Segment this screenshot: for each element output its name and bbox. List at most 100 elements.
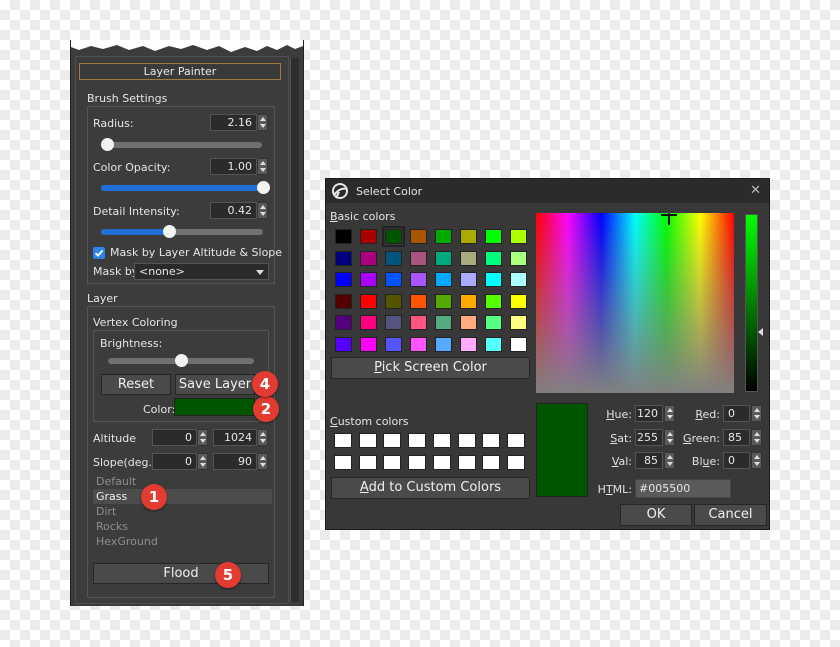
basic-color-swatch[interactable] xyxy=(360,272,377,288)
basic-color-swatch[interactable] xyxy=(360,229,377,244)
flood-button[interactable]: Flood xyxy=(93,563,269,584)
basic-color-swatch[interactable] xyxy=(510,272,527,288)
basic-color-swatch[interactable] xyxy=(460,293,477,309)
basic-color-swatch[interactable] xyxy=(335,315,352,331)
layer-item-grass[interactable]: Grass xyxy=(93,489,272,504)
opacity-slider-handle[interactable] xyxy=(257,181,270,194)
slope-min-stepper[interactable] xyxy=(197,453,208,470)
opacity-stepper[interactable] xyxy=(257,158,268,175)
basic-color-swatch[interactable] xyxy=(410,229,427,244)
radius-input[interactable]: 2.16 xyxy=(210,114,257,131)
basic-color-swatch[interactable] xyxy=(360,337,377,352)
hue-stepper[interactable] xyxy=(664,405,675,422)
hue-input[interactable]: 120 xyxy=(635,405,663,422)
basic-color-swatch[interactable] xyxy=(335,337,352,352)
slope-max-input[interactable]: 90 xyxy=(213,453,257,470)
basic-color-swatch[interactable] xyxy=(460,229,477,244)
basic-color-swatch[interactable] xyxy=(410,315,427,331)
detail-slider[interactable] xyxy=(101,225,263,238)
basic-color-swatch[interactable] xyxy=(335,293,352,309)
html-input[interactable]: #005500 xyxy=(635,479,731,498)
value-strip[interactable] xyxy=(745,214,758,392)
basic-color-swatch[interactable] xyxy=(510,250,527,266)
layer-item-rocks[interactable]: Rocks xyxy=(93,519,272,534)
basic-color-swatch[interactable] xyxy=(410,272,427,288)
panel-scrollbar[interactable] xyxy=(290,58,299,602)
layer-item-dirt[interactable]: Dirt xyxy=(93,504,272,519)
custom-color-swatch[interactable] xyxy=(482,433,501,448)
layer-item-hexground[interactable]: HexGround xyxy=(93,534,272,549)
mask-checkbox[interactable] xyxy=(93,247,105,259)
custom-color-swatch[interactable] xyxy=(457,455,476,470)
save-layer-button[interactable]: Save Layer xyxy=(175,374,255,395)
add-custom-colors-button[interactable]: Add to Custom Colors xyxy=(331,477,530,499)
basic-color-swatch[interactable] xyxy=(510,293,527,309)
blue-stepper[interactable] xyxy=(751,452,762,469)
layer-item-default[interactable]: Default xyxy=(93,474,272,489)
basic-color-swatch[interactable] xyxy=(360,293,377,309)
pick-screen-color-button[interactable]: Pick Screen Color xyxy=(331,357,530,379)
slope-max-stepper[interactable] xyxy=(257,453,268,470)
altitude-max-input[interactable]: 1024 xyxy=(213,429,257,446)
ok-button[interactable]: OK xyxy=(620,504,692,526)
basic-color-swatch[interactable] xyxy=(460,337,477,352)
custom-color-swatch[interactable] xyxy=(358,455,377,470)
val-input[interactable]: 85 xyxy=(635,452,663,469)
basic-color-swatch[interactable] xyxy=(410,293,427,309)
altitude-max-stepper[interactable] xyxy=(257,429,268,446)
basic-color-swatch[interactable] xyxy=(435,337,452,352)
basic-color-swatch[interactable] xyxy=(335,272,352,288)
basic-color-swatch[interactable] xyxy=(485,250,502,266)
custom-color-swatch[interactable] xyxy=(408,433,427,448)
close-icon[interactable]: ✕ xyxy=(750,183,761,198)
basic-color-swatch[interactable] xyxy=(460,272,477,288)
slope-min-input[interactable]: 0 xyxy=(152,453,197,470)
basic-color-swatch[interactable] xyxy=(385,250,402,266)
brightness-slider[interactable] xyxy=(108,354,254,367)
basic-color-swatch[interactable] xyxy=(410,250,427,266)
radius-slider[interactable] xyxy=(101,138,262,151)
basic-color-swatch[interactable] xyxy=(382,226,405,247)
basic-color-swatch[interactable] xyxy=(510,229,527,244)
green-stepper[interactable] xyxy=(751,429,762,446)
basic-color-swatch[interactable] xyxy=(485,337,502,352)
basic-color-swatch[interactable] xyxy=(460,250,477,266)
blue-input[interactable]: 0 xyxy=(723,452,750,469)
red-stepper[interactable] xyxy=(751,405,762,422)
custom-color-swatch[interactable] xyxy=(432,433,451,448)
custom-color-swatch[interactable] xyxy=(334,433,352,448)
custom-color-swatch[interactable] xyxy=(334,455,352,470)
custom-color-swatch[interactable] xyxy=(358,433,377,448)
detail-input[interactable]: 0.42 xyxy=(210,202,257,219)
altitude-min-stepper[interactable] xyxy=(197,429,208,446)
custom-color-swatch[interactable] xyxy=(408,455,427,470)
color-field[interactable] xyxy=(174,398,255,416)
basic-color-swatch[interactable] xyxy=(435,229,452,244)
radius-stepper[interactable] xyxy=(257,114,268,131)
basic-color-swatch[interactable] xyxy=(385,315,402,331)
custom-color-swatch[interactable] xyxy=(432,455,451,470)
basic-color-swatch[interactable] xyxy=(385,337,402,352)
opacity-input[interactable]: 1.00 xyxy=(210,158,257,175)
basic-color-swatch[interactable] xyxy=(435,272,452,288)
custom-color-swatch[interactable] xyxy=(482,455,501,470)
mask-by-dropdown[interactable]: <none> xyxy=(134,263,269,280)
detail-slider-handle[interactable] xyxy=(163,225,177,238)
basic-color-swatch[interactable] xyxy=(485,272,502,288)
basic-color-swatch[interactable] xyxy=(360,315,377,331)
basic-color-swatch[interactable] xyxy=(510,337,527,352)
altitude-min-input[interactable]: 0 xyxy=(152,429,197,446)
basic-color-swatch[interactable] xyxy=(485,315,502,331)
custom-color-swatch[interactable] xyxy=(506,433,525,448)
basic-color-swatch[interactable] xyxy=(385,272,402,288)
basic-color-swatch[interactable] xyxy=(485,293,502,309)
basic-color-swatch[interactable] xyxy=(435,293,452,309)
basic-color-swatch[interactable] xyxy=(335,229,352,244)
basic-color-swatch[interactable] xyxy=(510,315,527,331)
basic-color-swatch[interactable] xyxy=(460,315,477,331)
custom-color-swatch[interactable] xyxy=(383,433,402,448)
basic-color-swatch[interactable] xyxy=(435,315,452,331)
sat-input[interactable]: 255 xyxy=(635,429,663,446)
basic-color-swatch[interactable] xyxy=(435,250,452,266)
sat-stepper[interactable] xyxy=(664,429,675,446)
